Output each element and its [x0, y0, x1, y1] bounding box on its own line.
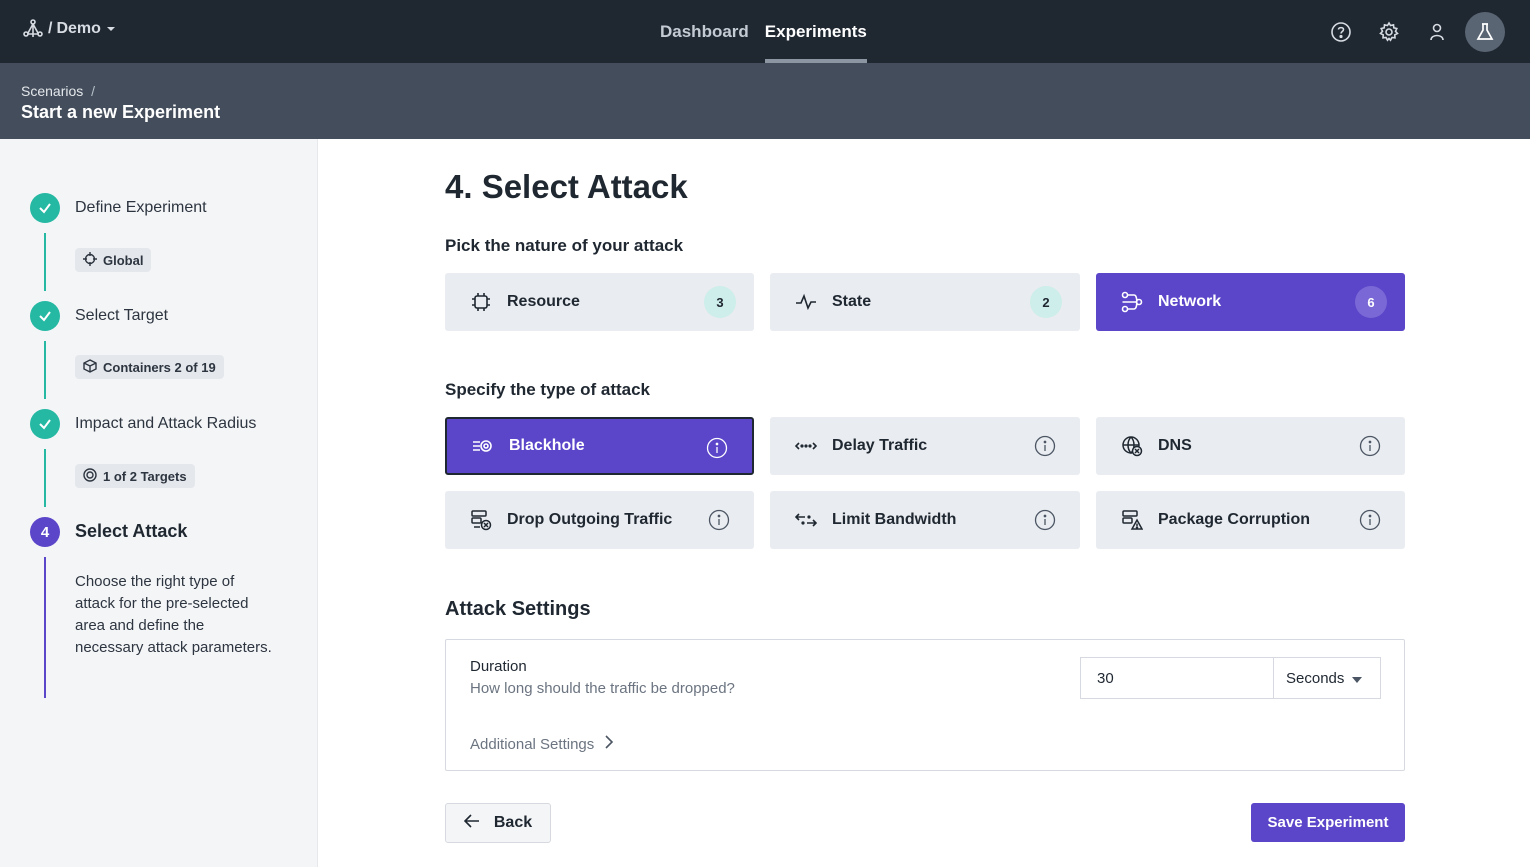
- info-icon[interactable]: [706, 437, 728, 459]
- back-button[interactable]: Back: [445, 803, 551, 843]
- settings-section-title: Attack Settings: [445, 598, 591, 620]
- step-1-label[interactable]: Define Experiment: [75, 199, 207, 217]
- step-2-connector: [44, 341, 46, 399]
- duration-unit-value: Seconds: [1286, 669, 1345, 687]
- step-1-chip-label: Global: [103, 252, 144, 268]
- logo-icon: [22, 18, 44, 40]
- nature-card-resource[interactable]: Resource 3: [445, 273, 754, 331]
- chip-icon: [469, 290, 493, 314]
- step-3-chip: 1 of 2 Targets: [75, 464, 195, 488]
- duration-help: How long should the traffic be dropped?: [470, 680, 735, 697]
- chevron-down-icon: [106, 26, 115, 32]
- info-icon[interactable]: [1359, 435, 1381, 457]
- main-title: 4. Select Attack: [445, 168, 688, 205]
- step-4-description: Choose the right type of attack for the …: [75, 573, 272, 656]
- nature-card-label: Network: [1158, 293, 1222, 310]
- attack-card-label: Limit Bandwidth: [832, 511, 957, 528]
- step-4-connector: [44, 557, 46, 698]
- info-icon[interactable]: [1034, 509, 1056, 531]
- count-badge: 2: [1030, 286, 1062, 318]
- attack-settings-panel: Duration How long should the traffic be …: [445, 639, 1405, 771]
- step-2-chip: Containers 2 of 19: [75, 355, 224, 379]
- attack-card-delay-traffic[interactable]: Delay Traffic: [770, 417, 1080, 475]
- top-navbar: / Demo Dashboard Experiments: [0, 0, 1530, 63]
- attack-card-limit-bandwidth[interactable]: Limit Bandwidth: [770, 491, 1080, 549]
- page-title: Start a new Experiment: [21, 102, 221, 122]
- blackhole-icon: [471, 434, 495, 458]
- nature-card-label: Resource: [507, 293, 580, 310]
- pulse-icon: [794, 290, 818, 314]
- nav-dashboard[interactable]: Dashboard: [660, 0, 749, 63]
- globe-icon: [1120, 434, 1144, 458]
- container-icon: [83, 358, 97, 376]
- attack-card-label: Drop Outgoing Traffic: [507, 511, 673, 528]
- nature-card-network[interactable]: Network 6: [1096, 273, 1405, 331]
- additional-settings-label: Additional Settings: [470, 735, 595, 753]
- crosshair-icon: [83, 251, 97, 269]
- chevron-down-icon: [1352, 670, 1363, 687]
- chevron-right-icon: [604, 734, 614, 754]
- step-2-label[interactable]: Select Target: [75, 307, 168, 325]
- brand-separator: /: [48, 20, 53, 37]
- step-3-chip-label: 1 of 2 Targets: [103, 468, 187, 484]
- info-icon[interactable]: [1034, 435, 1056, 457]
- step-1-chip: Global: [75, 248, 152, 272]
- back-button-label: Back: [493, 814, 533, 831]
- type-section-title: Specify the type of attack: [445, 380, 651, 399]
- gear-icon[interactable]: [1365, 12, 1413, 52]
- nav-experiments[interactable]: Experiments: [764, 0, 867, 63]
- step-3-check-icon: [30, 409, 60, 439]
- step-2-chip-label: Containers 2 of 19: [103, 359, 216, 375]
- count-badge: 3: [704, 286, 736, 318]
- help-icon[interactable]: [1317, 12, 1365, 52]
- attack-card-label: Blackhole: [509, 437, 585, 454]
- attack-card-label: Package Corruption: [1158, 511, 1311, 528]
- page-header: Scenarios / Start a new Experiment: [0, 63, 1530, 139]
- attack-card-package-corruption[interactable]: Package Corruption: [1096, 491, 1405, 549]
- duration-label: Duration: [470, 658, 527, 675]
- step-3-connector: [44, 449, 46, 507]
- info-icon[interactable]: [1359, 509, 1381, 531]
- workspace-switcher[interactable]: / Demo: [22, 18, 115, 40]
- flask-icon[interactable]: [1465, 11, 1505, 52]
- wizard-stepper: Define Experiment Global Select Target C…: [0, 139, 318, 867]
- main-nav: Dashboard Experiments: [660, 0, 867, 63]
- additional-settings-toggle[interactable]: Additional Settings: [470, 734, 614, 754]
- attack-card-blackhole[interactable]: Blackhole: [445, 417, 754, 475]
- step-2-check-icon: [30, 301, 60, 331]
- step-4-number: 4: [30, 517, 60, 547]
- step-1-connector: [44, 233, 46, 291]
- info-icon[interactable]: [708, 509, 730, 531]
- delay-icon: [794, 434, 818, 458]
- step-4-label: Select Attack: [75, 521, 188, 541]
- duration-unit-select[interactable]: Seconds: [1273, 657, 1381, 699]
- network-icon: [1120, 290, 1144, 314]
- workspace-name: Demo: [56, 20, 101, 37]
- nature-card-state[interactable]: State 2: [770, 273, 1080, 331]
- breadcrumb-scenarios[interactable]: Scenarios: [21, 83, 83, 99]
- count-badge: 6: [1355, 286, 1387, 318]
- attack-card-drop-outgoing-traffic[interactable]: Drop Outgoing Traffic: [445, 491, 754, 549]
- attack-card-label: DNS: [1158, 437, 1192, 454]
- breadcrumb-separator: /: [91, 83, 96, 99]
- attack-card-dns[interactable]: DNS: [1096, 417, 1405, 475]
- save-experiment-button[interactable]: Save Experiment: [1251, 803, 1405, 842]
- nature-section-title: Pick the nature of your attack: [445, 236, 684, 255]
- drop-traffic-icon: [469, 508, 493, 532]
- duration-input[interactable]: [1080, 657, 1273, 699]
- arrow-left-icon: [463, 813, 480, 833]
- breadcrumb: Scenarios /: [21, 83, 95, 99]
- corruption-icon: [1120, 508, 1144, 532]
- target-icon: [83, 467, 97, 485]
- step-1-check-icon: [30, 193, 60, 223]
- step-3-label[interactable]: Impact and Attack Radius: [75, 415, 256, 433]
- nature-card-label: State: [832, 293, 872, 310]
- user-icon[interactable]: [1413, 12, 1461, 52]
- attack-card-label: Delay Traffic: [832, 437, 928, 454]
- bandwidth-icon: [794, 508, 818, 532]
